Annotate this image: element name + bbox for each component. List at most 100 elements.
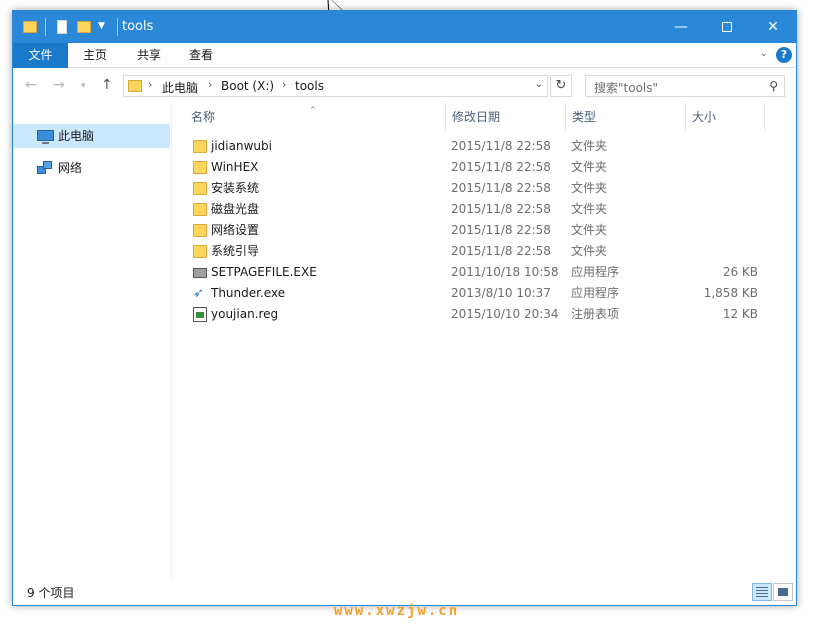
network-icon: [37, 161, 53, 175]
maximize-button[interactable]: [704, 11, 750, 43]
search-placeholder: 搜索"tools": [594, 81, 659, 95]
file-row[interactable]: 磁盘光盘 2015/11/8 22:58 文件夹: [173, 199, 797, 220]
file-row[interactable]: ➶ Thunder.exe 2013/8/10 10:37 应用程序 1,858…: [173, 283, 797, 304]
file-name: 磁盘光盘: [211, 202, 260, 216]
file-name: youjian.reg: [211, 307, 279, 321]
column-header-label: 名称: [191, 110, 216, 124]
file-row[interactable]: youjian.reg 2015/10/10 20:34 注册表项 12 KB: [173, 304, 797, 325]
title-bar[interactable]: ▼ tools — ✕: [13, 11, 796, 43]
folder-icon: [193, 161, 207, 174]
column-headers: ⌃ 名称 修改日期 类型 大小: [173, 103, 797, 131]
folder-icon: [193, 224, 207, 237]
details-view-button[interactable]: [752, 583, 772, 601]
file-name: jidianwubi: [211, 139, 272, 153]
file-name: WinHEX: [211, 160, 259, 174]
file-date: 2015/11/8 22:58: [451, 139, 551, 153]
folder-icon: [23, 21, 37, 33]
file-name: Thunder.exe: [211, 286, 286, 300]
breadcrumb-chevron-icon[interactable]: ›: [208, 78, 212, 91]
file-name: 安装系统: [211, 181, 260, 195]
file-name: SETPAGEFILE.EXE: [211, 265, 317, 279]
file-name: 网络设置: [211, 223, 260, 237]
expand-ribbon-icon[interactable]: ⌄: [760, 48, 768, 59]
address-dropdown-icon[interactable]: ⌄: [535, 79, 543, 90]
file-type: 文件夹: [571, 139, 608, 153]
file-type: 注册表项: [571, 307, 620, 321]
file-type: 文件夹: [571, 244, 608, 258]
file-date: 2015/10/10 20:34: [451, 307, 559, 321]
file-type: 应用程序: [571, 265, 620, 279]
navigation-pane: 此电脑 网络: [13, 103, 172, 581]
file-row[interactable]: 网络设置 2015/11/8 22:58 文件夹: [173, 220, 797, 241]
folder-icon: [193, 182, 207, 195]
item-count: 9 个项目: [27, 586, 75, 600]
toolbar-divider: [45, 18, 46, 36]
search-icon[interactable]: ⚲: [769, 79, 778, 93]
sidebar-item-this-pc[interactable]: 此电脑: [13, 124, 170, 148]
sidebar-item-network[interactable]: 网络: [13, 156, 170, 180]
file-row[interactable]: 安装系统 2015/11/8 22:58 文件夹: [173, 178, 797, 199]
properties-icon[interactable]: [57, 20, 67, 34]
breadcrumb-this-pc[interactable]: 此电脑: [162, 79, 198, 96]
file-type: 文件夹: [571, 223, 608, 237]
help-icon[interactable]: ?: [776, 47, 792, 63]
file-date: 2015/11/8 22:58: [451, 244, 551, 258]
breadcrumb-chevron-icon[interactable]: ›: [148, 78, 152, 91]
address-bar[interactable]: › 此电脑 › Boot (X:) › tools ⌄: [123, 75, 548, 97]
file-date: 2015/11/8 22:58: [451, 223, 551, 237]
registry-icon: [193, 307, 207, 322]
file-date: 2015/11/8 22:58: [451, 160, 551, 174]
tab-file[interactable]: 文件: [13, 43, 68, 68]
column-header-date[interactable]: 修改日期: [445, 103, 565, 131]
file-type: 文件夹: [571, 202, 608, 216]
column-header-size[interactable]: 大小: [685, 103, 765, 131]
column-header-name[interactable]: ⌃ 名称: [173, 103, 445, 131]
recent-locations-icon[interactable]: ▾: [81, 81, 86, 91]
tab-home[interactable]: 主页: [75, 43, 115, 68]
explorer-window: ▼ tools — ✕ 文件 主页 共享 查看 ⌄ ? ← → ▾ ↑ › 此电…: [12, 10, 797, 606]
file-row[interactable]: 系统引导 2015/11/8 22:58 文件夹: [173, 241, 797, 262]
breadcrumb-drive[interactable]: Boot (X:): [221, 79, 274, 93]
folder-icon: [193, 140, 207, 153]
up-button[interactable]: ↑: [101, 77, 113, 93]
breadcrumb-chevron-icon[interactable]: ›: [282, 78, 286, 91]
file-date: 2015/11/8 22:58: [451, 181, 551, 195]
close-button[interactable]: ✕: [750, 11, 796, 43]
navigation-bar: ← → ▾ ↑ › 此电脑 › Boot (X:) › tools ⌄ ↻ 搜索…: [13, 69, 796, 103]
details-view-icon: [756, 587, 768, 597]
sidebar-item-label: 此电脑: [58, 129, 95, 143]
file-date: 2013/8/10 10:37: [451, 286, 551, 300]
sidebar-item-label: 网络: [58, 161, 83, 175]
file-row[interactable]: WinHEX 2015/11/8 22:58 文件夹: [173, 157, 797, 178]
sort-ascending-icon: ⌃: [309, 106, 317, 116]
large-icons-view-icon: [778, 588, 788, 596]
file-name: 系统引导: [211, 244, 260, 258]
file-row[interactable]: SETPAGEFILE.EXE 2011/10/18 10:58 应用程序 26…: [173, 262, 797, 283]
forward-button[interactable]: →: [53, 77, 65, 93]
file-type: 应用程序: [571, 286, 620, 300]
status-bar: 9 个项目: [13, 579, 796, 605]
new-folder-icon[interactable]: [77, 21, 91, 33]
minimize-button[interactable]: —: [658, 11, 704, 43]
breadcrumb-tools[interactable]: tools: [295, 79, 324, 93]
refresh-button[interactable]: ↻: [550, 75, 572, 97]
window-title: tools: [122, 19, 154, 34]
file-type: 文件夹: [571, 160, 608, 174]
folder-icon: [193, 203, 207, 216]
file-date: 2015/11/8 22:58: [451, 202, 551, 216]
file-date: 2011/10/18 10:58: [451, 265, 559, 279]
search-input[interactable]: 搜索"tools" ⚲: [585, 75, 785, 97]
file-size: 26 KB: [722, 265, 758, 279]
tab-view[interactable]: 查看: [181, 43, 221, 68]
column-header-type[interactable]: 类型: [565, 103, 685, 131]
tab-share[interactable]: 共享: [129, 43, 169, 68]
toolbar-divider: [117, 18, 118, 36]
file-type: 文件夹: [571, 181, 608, 195]
large-icons-view-button[interactable]: [773, 583, 793, 601]
file-row[interactable]: jidianwubi 2015/11/8 22:58 文件夹: [173, 136, 797, 157]
back-button[interactable]: ←: [25, 77, 37, 93]
exe-icon: [193, 268, 207, 278]
ribbon-tabs: 文件 主页 共享 查看 ⌄ ?: [13, 43, 796, 68]
customize-toolbar-icon[interactable]: ▼: [98, 21, 105, 31]
file-list: jidianwubi 2015/11/8 22:58 文件夹 WinHEX 20…: [173, 136, 797, 325]
